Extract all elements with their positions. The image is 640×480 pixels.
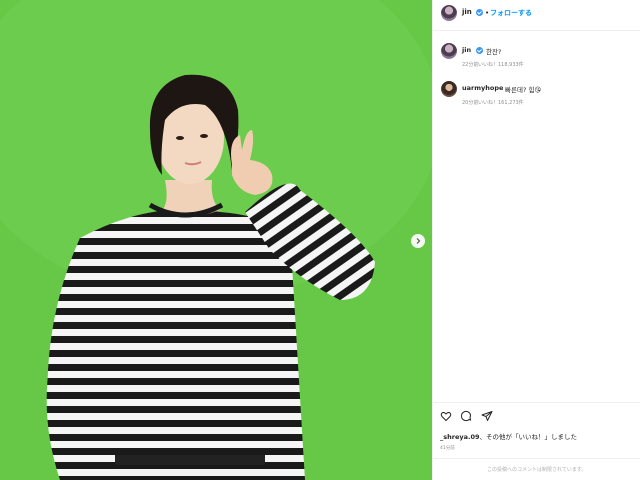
post-side-panel (432, 0, 640, 480)
chevron-right-icon (416, 238, 421, 244)
instagram-post: jin • フォローする jin 한잔? 22分前 いいね！118,933件 u… (0, 0, 640, 480)
post-time[interactable]: 41分前 (440, 445, 455, 451)
next-photo-button[interactable] (411, 234, 425, 248)
comment-avatar[interactable] (441, 81, 457, 97)
comment-avatar[interactable] (441, 43, 457, 59)
comment-time[interactable]: 20分前 (462, 99, 478, 106)
verified-badge-icon (476, 46, 483, 54)
person-photo (0, 0, 432, 480)
header-divider (432, 30, 640, 31)
comment-icon[interactable] (460, 410, 472, 422)
comment-likes[interactable]: いいね！161,273件 (478, 99, 524, 106)
avatar[interactable] (441, 5, 457, 21)
actions-divider (432, 402, 640, 403)
liked-by: _shreya.09、その他が「いいね！」しました (440, 431, 577, 441)
verified-badge-icon (476, 8, 483, 16)
follow-button[interactable]: フォローする (490, 8, 532, 18)
footer-divider (432, 458, 640, 459)
comment-time[interactable]: 22分前 (462, 61, 478, 68)
separator-dot: • (485, 9, 490, 17)
post-username[interactable]: jin (462, 8, 472, 16)
post-photo[interactable] (0, 0, 432, 480)
liked-by-user[interactable]: _shreya.09 (440, 433, 480, 441)
liked-by-text[interactable]: その他が「いいね！」しました (486, 433, 577, 441)
comment-likes[interactable]: いいね！118,933件 (478, 61, 524, 68)
comments-disabled-notice: この投稿へのコメントは制限されています。 (487, 467, 587, 473)
comment-text: 빠른데? 힘😘 (505, 86, 542, 94)
comment-text: 한잔? (486, 48, 502, 56)
comment-username[interactable]: jin (462, 46, 471, 54)
comment-username[interactable]: uarmyhope (462, 84, 503, 92)
share-icon[interactable] (481, 410, 493, 422)
heart-icon[interactable] (440, 410, 452, 422)
